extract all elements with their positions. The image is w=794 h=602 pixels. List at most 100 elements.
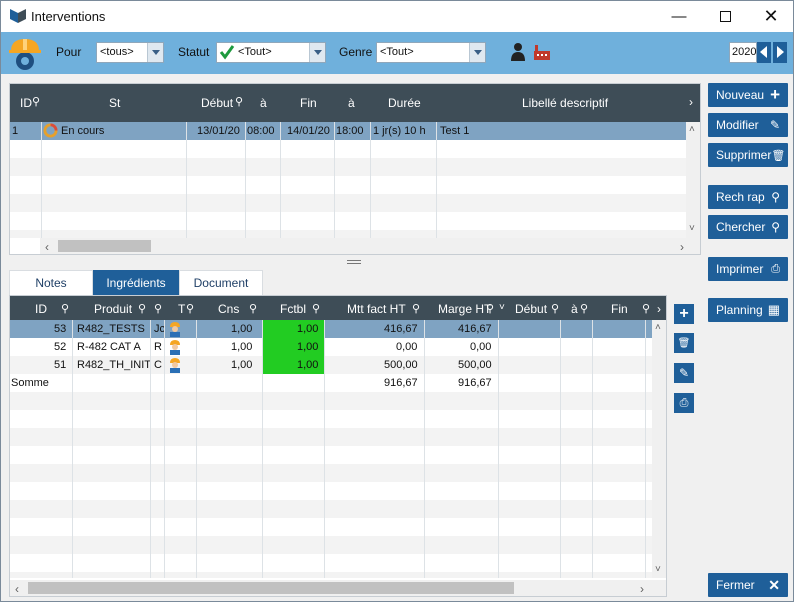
tab-ingredients[interactable]: Ingrédients (93, 270, 179, 295)
table-row[interactable] (10, 212, 687, 230)
table-row[interactable]: 53 R482_TESTS Jc 1,00 1,00 416,67 416,67 (10, 320, 652, 338)
chevron-down-icon[interactable] (309, 43, 325, 62)
table-row[interactable] (10, 194, 687, 212)
previous-year-button[interactable] (757, 42, 771, 63)
horizontal-scrollbar[interactable]: ‹ › (10, 580, 666, 596)
chevron-right-icon[interactable]: › (657, 302, 661, 316)
title-bar: Interventions — ✕ (1, 1, 793, 32)
print-ingredient-button[interactable]: ⎙ (674, 393, 694, 413)
col-a2-header[interactable]: à (348, 96, 355, 110)
chevron-left-icon[interactable]: ‹ (45, 240, 49, 254)
chercher-button[interactable]: Chercher ⚲ (708, 215, 788, 239)
sum-row: Somme 916,67 916,67 (10, 374, 652, 392)
search-icon[interactable]: ⚲ (154, 302, 162, 315)
statut-select[interactable]: <Tout> (216, 42, 326, 63)
vertical-scrollbar[interactable]: ˄ ˅ (686, 122, 700, 238)
search-icon[interactable]: ⚲ (249, 302, 257, 315)
col-produit-header[interactable]: Produit (94, 302, 132, 316)
scrollbar-thumb[interactable] (28, 582, 514, 594)
search-icon[interactable]: ⚲ (61, 302, 69, 315)
table-row[interactable] (10, 230, 687, 238)
nouveau-button[interactable]: Nouveau + (708, 83, 788, 107)
col-mtt-header[interactable]: Mtt fact HT (347, 302, 406, 316)
fermer-button[interactable]: Fermer ✕ (708, 573, 788, 597)
chevron-left-icon[interactable]: ‹ (15, 582, 19, 596)
app-logo-icon (10, 9, 26, 23)
chevron-down-icon[interactable]: ˅ (689, 223, 695, 234)
tab-document[interactable]: Document (179, 270, 263, 295)
tab-notes[interactable]: Notes (9, 270, 93, 295)
factory-icon[interactable] (533, 43, 551, 61)
chevron-up-icon[interactable]: ˄ (689, 124, 695, 135)
table-row[interactable] (10, 140, 687, 158)
col-duree-header[interactable]: Durée (388, 96, 421, 110)
horizontal-scrollbar[interactable]: ‹ › (40, 238, 700, 254)
col-cns-header[interactable]: Cns (218, 302, 239, 316)
maximize-button[interactable] (702, 1, 748, 31)
imprimer-label: Imprimer (716, 262, 764, 276)
search-icon[interactable]: ⚲ (32, 95, 40, 108)
col-marge-header[interactable]: Marge HT (438, 302, 491, 316)
chevron-right-icon[interactable]: › (689, 95, 693, 109)
person-icon[interactable] (510, 42, 526, 62)
imprimer-button[interactable]: Imprimer ⎙ (708, 257, 788, 281)
col-id-header[interactable]: ID (35, 302, 47, 316)
column-divider (280, 122, 281, 238)
check-icon (219, 45, 235, 60)
col-debut-header[interactable]: Début (515, 302, 547, 316)
chevron-up-icon[interactable]: ˄ (655, 322, 661, 333)
chevron-right-icon[interactable]: › (640, 582, 644, 596)
col-fctbl-header[interactable]: Fctbl (280, 302, 306, 316)
col-a-header[interactable]: à (571, 302, 578, 316)
supprimer-button[interactable]: Supprimer 🗑 (708, 143, 788, 167)
table-row[interactable]: 52 R-482 CAT A R 1,00 1,00 0,00 0,00 (10, 338, 652, 356)
search-icon[interactable]: ⚲ (412, 302, 420, 315)
col-fin-header[interactable]: Fin (300, 96, 317, 110)
search-icon[interactable]: ⚲ (312, 302, 320, 315)
col-fin-header[interactable]: Fin (611, 302, 628, 316)
search-icon[interactable]: ⚲ (642, 302, 650, 315)
column-divider (245, 122, 246, 238)
cell-fin: 14/01/20 (287, 125, 330, 137)
vertical-scrollbar[interactable]: ˄ ˅ (652, 320, 666, 578)
cell-fctbl: 1,00 (297, 323, 319, 335)
col-id-header[interactable]: ID (20, 96, 32, 110)
col-libelle-header[interactable]: Libellé descriptif (522, 96, 608, 110)
table-row[interactable] (10, 176, 687, 194)
cell-id: 51 (54, 359, 67, 371)
search-icon[interactable]: ⚲ (138, 302, 146, 315)
chevron-down-icon[interactable] (469, 43, 485, 62)
column-divider (262, 320, 263, 578)
year-field[interactable]: 2020 (729, 42, 757, 63)
delete-ingredient-button[interactable]: 🗑 (674, 333, 694, 353)
chevron-down-icon[interactable]: ˅ (655, 564, 661, 575)
search-icon[interactable]: ⚲ (186, 302, 194, 315)
close-window-button[interactable]: ✕ (748, 1, 794, 31)
pane-splitter[interactable] (347, 260, 361, 264)
pour-select[interactable]: <tous> (96, 42, 164, 63)
search-icon[interactable]: ⚲ (486, 302, 494, 315)
col-debut-header[interactable]: Début (201, 96, 233, 110)
table-row[interactable]: 51 R482_TH_INITI C 1,00 1,00 500,00 500,… (10, 356, 652, 374)
cell-cns: 1,00 (231, 323, 253, 335)
add-ingredient-button[interactable]: + (674, 304, 694, 324)
edit-ingredient-button[interactable]: ✎ (674, 363, 694, 383)
scrollbar-thumb[interactable] (58, 240, 151, 252)
col-st-header[interactable]: St (109, 96, 120, 110)
table-row[interactable]: 1 En cours 13/01/20 08:00 14/01/20 18:00… (10, 122, 687, 140)
next-year-button[interactable] (773, 42, 787, 63)
chevron-right-icon[interactable]: › (680, 240, 684, 254)
col-a1-header[interactable]: à (260, 96, 267, 110)
search-icon[interactable]: ⚲ (580, 302, 588, 315)
table-row[interactable] (10, 158, 687, 176)
planning-button[interactable]: Planning ▦ (708, 298, 788, 322)
rech-rap-button[interactable]: Rech rap ⚲ (708, 185, 788, 209)
search-icon[interactable]: ⚲ (551, 302, 559, 315)
col-t-header[interactable]: T (178, 302, 185, 316)
chevron-down-icon[interactable]: ˅ (499, 302, 505, 313)
modifier-button[interactable]: Modifier ✎ (708, 113, 788, 137)
chevron-down-icon[interactable] (147, 43, 163, 62)
genre-select[interactable]: <Tout> (376, 42, 486, 63)
search-icon[interactable]: ⚲ (235, 95, 243, 108)
minimize-button[interactable]: — (656, 1, 702, 31)
